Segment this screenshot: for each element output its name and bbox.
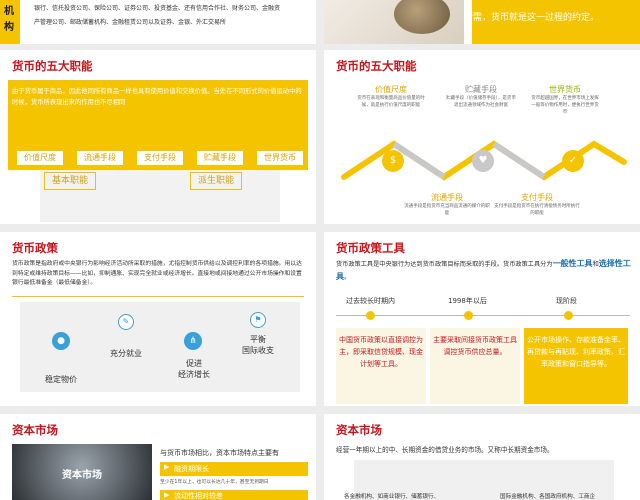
item-desc: 支付手段是指货币在执行清偿债务时所执行的职能 xyxy=(494,204,580,216)
item-balance-payments: 平衡 国际收支 xyxy=(242,335,274,355)
slide-capital-market-features: 资本市场 资本市场 与货币市场相比，资本市场特点主要有 ▶ 融资期限长 至少在1… xyxy=(0,414,316,500)
item-stable-prices: 稳定物价 xyxy=(45,375,77,384)
item-desc: 流通手段是指货币充当商品流通的媒介的职能 xyxy=(404,204,490,216)
feature-2: ▶ 流动性相对较差 xyxy=(160,490,308,500)
slide-title: 货币政策工具 xyxy=(336,241,405,255)
period-current: 现阶段 xyxy=(556,297,577,305)
intro-text: 货币政策工具是中央银行为达到货币政策目标而采取的手段。货币政策工具分为一般性工具… xyxy=(336,258,632,284)
dollar-icon: $ xyxy=(382,150,404,172)
feature-1: ▶ 融资期限长 xyxy=(160,462,308,476)
tag-value-measure: 价值尺度 xyxy=(16,150,64,166)
tag-payment: 支付手段 xyxy=(136,150,184,166)
timeline-dot xyxy=(464,311,473,320)
location-pin-icon: ● xyxy=(52,332,70,350)
intro-general-tools: 一般性工具 xyxy=(552,259,593,268)
photo-label: 资本市场 xyxy=(62,470,102,481)
slide-policy-tools: 货币政策工具 货币政策工具是中央银行为达到货币政策目标而采取的手段。货币政策工具… xyxy=(324,232,640,406)
item-desc: 贮藏手段（价值储存手段），是货币退出流通领域作为社会财富 xyxy=(446,96,516,108)
slide-monetary-policy: 货币政策 货币政策是指政府或中央银行为影响经济活动所采取的措施，尤指控制货币供给… xyxy=(0,232,316,406)
item-desc: 货币在表现和衡量商品价值量的时候，就是执行价值尺度的职能 xyxy=(357,96,425,108)
intro-part-a: 货币政策工具是中央银行为达到货币政策目标而采取的手段。货币政策工具分为 xyxy=(336,261,553,268)
coin-image xyxy=(394,0,450,34)
slide-five-functions-overview: 货币的五大职能 由于货币属于商品，因此他同所有商品一样也具有使用价值和交换价值。… xyxy=(0,50,316,224)
intro-part-e: 。 xyxy=(344,274,351,281)
photo-coins: 资本市场 xyxy=(12,444,152,500)
slide-title: 货币政策 xyxy=(12,241,58,255)
item-value-measure: 价值尺度 货币在表现和衡量商品价值量的时候，就是执行价值尺度的职能 xyxy=(356,84,426,109)
institutions-text-line2: 产管理公司、邮政储蓄机构、金融租赁公司以及证券、金银、外汇交易所 xyxy=(34,19,227,26)
slide-title: 货币的五大职能 xyxy=(12,59,93,73)
feature-1-label: 融资期限长 xyxy=(174,465,209,473)
pen-icon: ✎ xyxy=(118,314,134,330)
item-name: 世界货币 xyxy=(549,85,581,94)
box-1998: 主要采取间接货币政策工具调控货币供应总量。 xyxy=(430,328,520,404)
item-name: 价值尺度 xyxy=(375,85,407,94)
timeline-dot xyxy=(564,311,573,320)
intro-text: 由于货币属于商品，因此他同所有商品一样也具有使用价值和交换价值。当处在不同形式的… xyxy=(12,88,302,106)
world-map-watermark xyxy=(40,170,280,222)
item-name: 流通手段 xyxy=(431,193,463,202)
tag-circulation: 流通手段 xyxy=(76,150,124,166)
heart-icon: ♥ xyxy=(472,150,494,172)
item-name: 贮藏手段 xyxy=(465,85,497,94)
right-participants: 国际金融机构、各国政府机构、工商企 xyxy=(500,494,596,500)
twitter-icon: ✓ xyxy=(562,150,584,172)
item-storage: 贮藏手段 贮藏手段（价值储存手段），是货币退出流通领域作为社会财富 xyxy=(446,84,516,109)
feature-1-desc: 至少在1年以上，也可以长达几十年，甚至无到期日 xyxy=(160,480,269,485)
agreement-text: 所需，货币就是这一过程的约定。 xyxy=(464,13,600,23)
slide-title: 货币的五大职能 xyxy=(336,59,417,73)
slide-institutions: 机 构 银行、信托投资公司、保险公司、证券公司、投资基金、还有信用合作社、财务公… xyxy=(0,0,316,44)
slide-currency-agreement: 所需，货币就是这一过程的约定。 xyxy=(324,0,640,44)
period-past: 过去较长时期内 xyxy=(346,297,395,305)
side-label: 机 构 xyxy=(4,6,14,33)
coin-photo xyxy=(324,0,464,44)
slide-capital-market-definition: 资本市场 经营一年期以上的中、长期资金的借贷业务的市场。又称中长期资金市场。 各… xyxy=(324,414,640,500)
institutions-text-line1: 银行、信托投资公司、保险公司、证券公司、投资基金、还有信用合作社、财务公司、金融… xyxy=(34,5,281,12)
feature-2-label: 流动性相对较差 xyxy=(174,492,223,500)
box-current: 公开市场操作、存款准备金率、再贷款与再贴现、利率政策、汇率政策和窗口指导等。 xyxy=(524,328,628,404)
item-full-employment: 充分就业 xyxy=(110,349,142,358)
left-participants: 各金融机构、如商业银行、储蓄银行、 xyxy=(344,494,440,500)
item-payment: 支付手段 支付手段是指货币在执行清偿债务时所执行的职能 xyxy=(494,192,580,217)
item-world-currency: 世界货币 货币超越国界，在世界市场上发挥一般等价物作用时，便执行世界货币 xyxy=(530,84,600,116)
intro-text: 货币政策是指政府或中央银行为影响经济活动所采取的措施，尤指控制货币供给以及调控利… xyxy=(12,261,302,286)
slide-title: 资本市场 xyxy=(336,423,382,437)
item-name: 支付手段 xyxy=(521,193,553,202)
slide-five-functions-detail: 货币的五大职能 价值尺度 货币在表现和衡量商品价值量的时候，就是执行价值尺度的职… xyxy=(324,50,640,224)
definition-text: 经营一年期以上的中、长期资金的借贷业务的市场。又称中长期资金市场。 xyxy=(336,446,554,454)
flag-icon: ⚑ xyxy=(250,312,266,328)
tag-world-currency: 世界货币 xyxy=(256,150,304,166)
timeline-dot xyxy=(366,311,375,320)
share-icon: ⋔ xyxy=(184,332,202,350)
box-past: 中国货币政策以直接调控为主，即采取信贷规模、现金计划等工具。 xyxy=(336,328,426,404)
arrow-icon: ▶ xyxy=(164,491,170,499)
item-desc: 货币超越国界，在世界市场上发挥一般等价物作用时，便执行世界货币 xyxy=(531,96,599,115)
arrow-icon: ▶ xyxy=(164,463,170,471)
slide-title: 资本市场 xyxy=(12,423,58,437)
period-1998: 1998年以后 xyxy=(448,297,487,305)
timeline-line xyxy=(336,315,630,316)
item-economic-growth: 促进 经济增长 xyxy=(178,359,210,379)
tag-storage: 贮藏手段 xyxy=(196,150,244,166)
item-circulation: 流通手段 流通手段是指货币充当商品流通的媒介的职能 xyxy=(404,192,490,217)
features-text: 与货币市场相比，资本市场特点主要有 xyxy=(160,449,279,457)
divider xyxy=(12,296,304,297)
